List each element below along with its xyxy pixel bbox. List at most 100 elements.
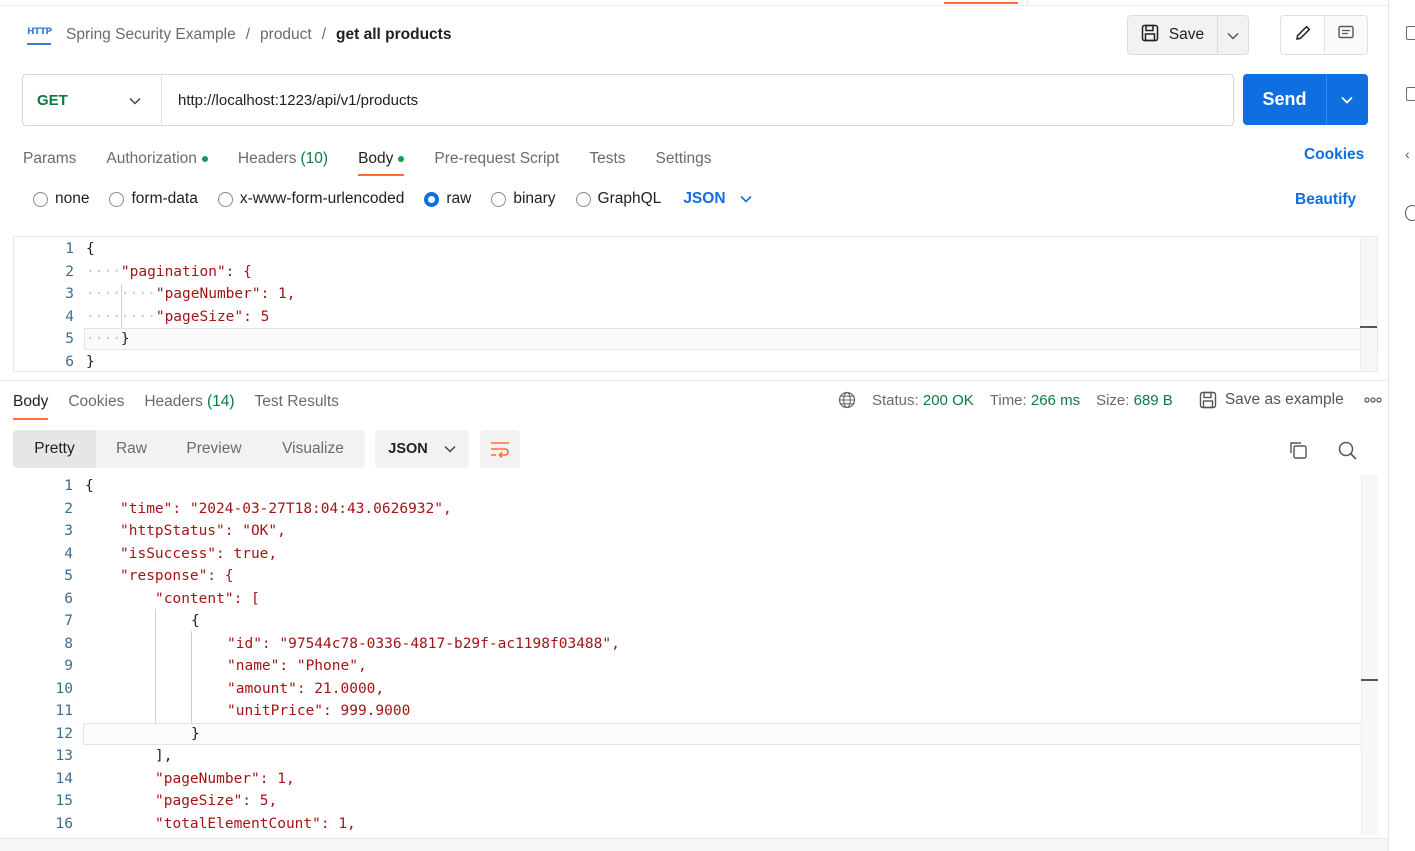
line-number: 6 [65,353,74,370]
tab-response-cookies[interactable]: Cookies [68,390,124,414]
radio-urlencoded[interactable]: x-www-form-urlencoded [217,190,404,208]
view-preview[interactable]: Preview [167,430,261,468]
code-line: } [86,351,95,373]
breadcrumb-folder[interactable]: product [260,26,312,44]
save-label: Save [1168,26,1205,43]
editor-scrollbar[interactable] [1361,475,1378,835]
tab-label: Authorization [106,150,197,167]
tab-separator [1027,0,1028,6]
chevron-down-icon [739,190,752,208]
code-text: } [86,353,95,370]
pane-divider[interactable] [0,380,1388,381]
globe-icon[interactable] [838,391,856,409]
method-select[interactable]: GET [23,75,162,125]
radio-label: raw [446,190,472,207]
response-format-select[interactable]: JSON [375,430,469,468]
info-icon[interactable]: ‹ [1405,146,1410,162]
radio-circle [575,191,591,207]
response-body-viewer[interactable]: 1 2 3 4 5 6 7 8 9 10 11 12 13 14 15 16 {… [13,475,1378,835]
tab-test-results[interactable]: Test Results [255,390,339,414]
code-text: "pageSize": 5, [155,793,278,809]
time-readout[interactable]: Time: 266 ms [990,392,1080,409]
view-visualize[interactable]: Visualize [261,430,365,468]
search-icon[interactable] [1337,440,1357,464]
line-number: 16 [55,815,73,832]
http-request-icon: HTTP [27,25,52,45]
code-text: "content": [ [155,590,260,607]
radio-form-data[interactable]: form-data [109,190,198,208]
body-format-select[interactable]: JSON [683,190,752,208]
chevron-down-icon [129,92,141,109]
header-count: (10) [300,150,329,167]
more-options-icon[interactable] [1364,397,1382,403]
size-label: Size: [1096,391,1130,409]
wrap-lines-button[interactable] [480,430,520,468]
body-type-options: none form-data x-www-form-urlencoded raw… [33,190,752,208]
tab-body[interactable]: Body [358,145,405,176]
save-options-dropdown[interactable] [1218,16,1248,54]
size-readout[interactable]: Size: 689 B [1096,392,1173,409]
comments-button[interactable] [1325,16,1367,54]
view-mode-toggle [1280,15,1368,55]
format-label: JSON [388,441,428,457]
status-readout[interactable]: Status: 200 OK [872,392,974,409]
code-text: "id": "97544c78-0336-4817-b29f-ac1198f03… [227,635,620,652]
beautify-button[interactable]: Beautify [1295,191,1356,209]
radio-circle [33,191,48,207]
code-text: ], [155,748,173,764]
request-body-editor[interactable]: 1 2 3 4 5 6 { ····"pagination": { ······… [13,236,1378,372]
view-raw[interactable]: Raw [96,430,167,468]
tab-settings[interactable]: Settings [656,145,712,173]
radio-none[interactable]: none [33,190,89,208]
radio-circle [217,191,233,207]
code-snippet-icon[interactable] [1406,87,1415,101]
tab-label: Pre-request Script [434,150,560,167]
tab-authorization[interactable]: Authorization [106,145,208,173]
tab-response-headers[interactable]: Headers (14) [144,390,234,414]
code-line: ········"pageNumber": 1, [86,286,296,302]
send-options-dropdown[interactable] [1327,74,1367,125]
line-number: 1 [65,241,74,257]
line-number: 2 [65,263,74,280]
code-text: "amount": 21.0000, [227,680,385,697]
indent-guide [155,609,156,723]
radio-raw[interactable]: raw [424,190,471,208]
radio-graphql[interactable]: GraphQL [575,190,661,208]
save-as-example-button[interactable]: Save as example [1199,391,1344,409]
tab-label: Params [23,150,77,167]
tab-tests[interactable]: Tests [589,145,625,173]
breadcrumb-collection[interactable]: Spring Security Example [66,26,236,44]
cookies-link[interactable]: Cookies [1304,146,1364,164]
url-input[interactable]: http://localhost:1223/api/v1/products [162,92,418,109]
save-button[interactable]: Save [1128,16,1218,54]
radio-label: form-data [131,190,198,207]
response-view-modes: Pretty Raw Preview Visualize [13,430,365,468]
chevron-down-icon [1227,27,1239,44]
tab-label: Tests [589,150,626,167]
floppy-disk-icon [1141,24,1159,47]
send-button[interactable]: Send [1243,74,1327,125]
view-pretty[interactable]: Pretty [13,430,96,468]
breadcrumb-separator: / [245,26,251,43]
request-name[interactable]: get all products [336,26,451,44]
status-dot [201,156,208,162]
response-tabs: Body Cookies Headers (14) Test Results [13,390,359,420]
line-number: 15 [55,793,73,809]
tab-label: Headers [237,150,297,167]
time-label: Time: [989,391,1027,409]
radio-binary[interactable]: binary [491,190,556,208]
tab-pre-request-script[interactable]: Pre-request Script [434,145,559,173]
copy-icon[interactable] [1288,440,1308,464]
editor-scrollbar[interactable] [1360,237,1377,371]
tab-params[interactable]: Params [23,145,76,173]
code-text: "pageNumber": 1, [155,286,296,302]
documentation-icon[interactable] [1406,26,1415,40]
edit-mode-button[interactable] [1281,16,1325,54]
code-text: "time": "2024-03-27T18:04:43.0626932", [120,500,452,517]
code-text: "totalElementCount": 1, [155,815,356,832]
related-icon[interactable] [1405,205,1415,221]
tab-label: Settings [655,150,712,167]
indent-guide [191,631,192,723]
tab-headers[interactable]: Headers (10) [238,145,328,173]
tab-response-body[interactable]: Body [13,390,49,420]
